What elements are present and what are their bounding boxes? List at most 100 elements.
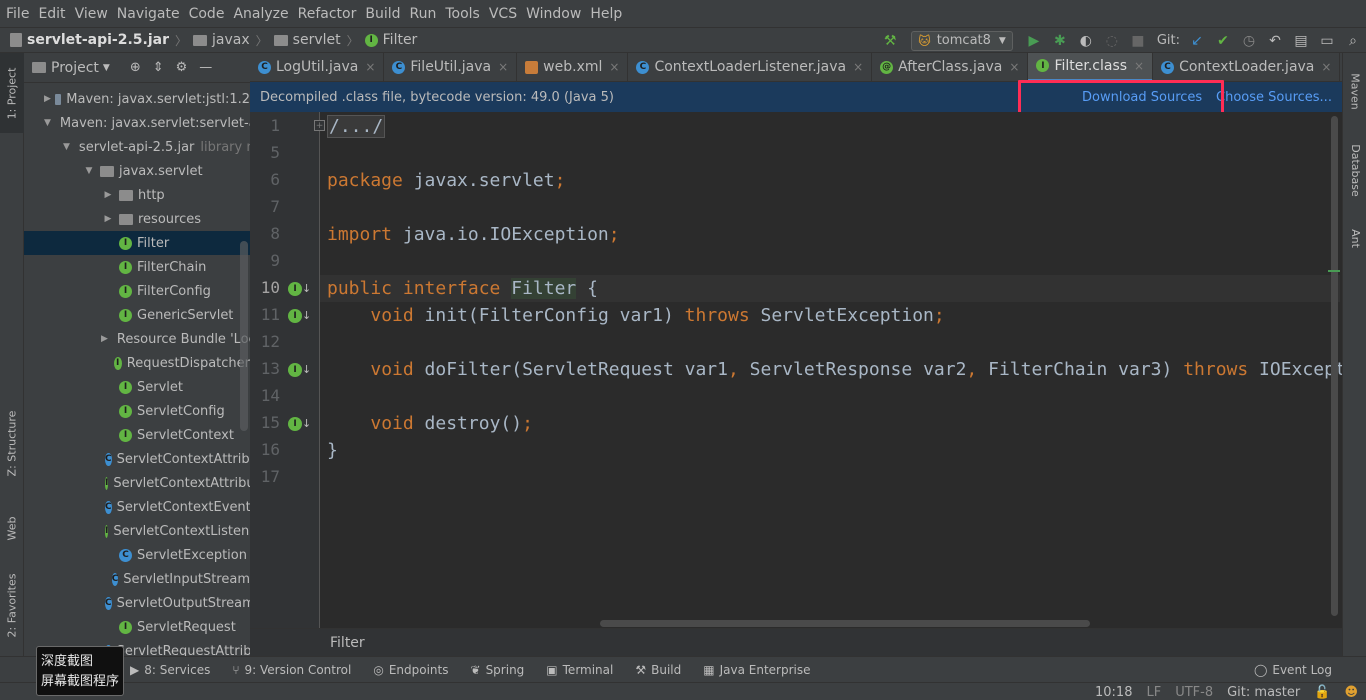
collapsed-arrow-icon[interactable]: ▶ (101, 190, 115, 200)
code-line[interactable]: void destroy(); (327, 410, 533, 437)
undo-icon[interactable]: ↶ (1267, 33, 1283, 49)
bottom-tab[interactable]: ◎ Endpoints (373, 663, 448, 677)
git-update-icon[interactable]: ↙ (1189, 33, 1205, 49)
tree-row[interactable]: ▶ http (24, 183, 250, 207)
coverage-icon[interactable]: ◐ (1078, 33, 1094, 49)
cursor-position[interactable]: 10:18 (1095, 685, 1132, 700)
chevron-down-icon[interactable]: ▼ (103, 63, 110, 73)
arrow-down-icon[interactable]: ↓ (302, 309, 311, 322)
tool-tab-ant[interactable]: Ant (1343, 218, 1366, 258)
project-scrollbar[interactable] (240, 241, 248, 431)
tree-row[interactable]: C ServletOutputStream (24, 591, 250, 615)
locate-icon[interactable]: ⊕ (130, 60, 141, 75)
tree-row[interactable]: ▶ Maven: javax.servlet:jstl:1.2 (24, 87, 250, 111)
choose-sources-link[interactable]: Choose Sources... (1216, 90, 1332, 105)
tree-row[interactable]: I Filter (24, 231, 250, 255)
menu-code[interactable]: Code (189, 6, 225, 22)
tree-row[interactable]: I RequestDispatcher (24, 351, 250, 375)
tool-tab-database[interactable]: Database (1343, 133, 1366, 208)
bottom-tab[interactable]: ▦ Java Enterprise (703, 663, 810, 677)
editor-breadcrumb-filter[interactable]: Filter (330, 635, 365, 651)
editor-tab[interactable]: I Filter.class × (1028, 53, 1154, 81)
tree-row[interactable]: ▼ servlet-api-2.5.jar library root (24, 135, 250, 159)
bottom-tab[interactable]: ▣ Terminal (546, 663, 613, 677)
hide-icon[interactable]: — (199, 60, 212, 75)
stop-icon[interactable]: ■ (1130, 33, 1146, 49)
menu-refactor[interactable]: Refactor (298, 6, 357, 22)
breadcrumb-filter[interactable]: I Filter (364, 32, 417, 48)
close-icon[interactable]: × (853, 60, 863, 74)
tree-row[interactable]: I ServletContextAttributeListener (24, 471, 250, 495)
tree-row[interactable]: I FilterConfig (24, 279, 250, 303)
menu-view[interactable]: View (75, 6, 108, 22)
tree-row[interactable]: I GenericServlet (24, 303, 250, 327)
project-panel-title[interactable]: Project (51, 60, 99, 76)
collapse-all-icon[interactable]: ⇕ (153, 60, 164, 75)
tool-tab-web[interactable]: Web (0, 503, 24, 553)
menu-tools[interactable]: Tools (445, 6, 480, 22)
line-separator[interactable]: LF (1146, 685, 1161, 700)
debug-icon[interactable]: ✱ (1052, 33, 1068, 49)
menu-help[interactable]: Help (590, 6, 622, 22)
code-line[interactable]: package javax.servlet; (327, 167, 565, 194)
tool-tab-favorites[interactable]: 2: Favorites (0, 563, 24, 648)
bottom-tab[interactable]: ⑂ 9: Version Control (232, 663, 351, 677)
menu-file[interactable]: File (6, 6, 29, 22)
gear-icon[interactable]: ⚙ (176, 60, 188, 75)
code-line[interactable]: } (327, 437, 338, 464)
editor-vertical-scrollbar[interactable] (1331, 116, 1338, 616)
editor-tab[interactable]: C LogUtil.java × (250, 53, 385, 81)
arrow-down-icon[interactable]: ↓ (302, 417, 311, 430)
tree-row[interactable]: I ServletContextListener (24, 519, 250, 543)
run-icon[interactable]: ▶ (1026, 33, 1042, 49)
code-line[interactable]: import java.io.IOException; (327, 221, 620, 248)
arrow-down-icon[interactable]: ↓ (302, 363, 311, 376)
project-structure-icon[interactable]: ▤ (1293, 33, 1309, 49)
editor-tab[interactable]: C ContextLoaderListener.java × (628, 53, 873, 81)
collapsed-arrow-icon[interactable]: ▶ (101, 334, 108, 344)
search-icon[interactable]: ⌕ (1345, 33, 1361, 49)
breadcrumb-servlet[interactable]: servlet (273, 32, 341, 48)
close-icon[interactable]: × (1009, 60, 1019, 74)
profile-icon[interactable]: ◌ (1104, 33, 1120, 49)
git-history-icon[interactable]: ◷ (1241, 33, 1257, 49)
breadcrumb-javax[interactable]: javax (193, 32, 250, 48)
implemented-interface-icon[interactable]: I (288, 363, 302, 377)
fold-icon[interactable]: + (314, 120, 325, 131)
menu-window[interactable]: Window (526, 6, 581, 22)
tool-tab-maven[interactable]: Maven (1343, 61, 1366, 121)
git-commit-icon[interactable]: ✔ (1215, 33, 1231, 49)
tool-tab-project[interactable]: 1: Project (0, 53, 24, 133)
tree-row[interactable]: I Servlet (24, 375, 250, 399)
editor-tab[interactable]: C FileUtil.java × (384, 53, 518, 81)
presentation-icon[interactable]: ▭ (1319, 33, 1335, 49)
build-hammer-icon[interactable]: ⚒ (882, 33, 898, 49)
menu-navigate[interactable]: Navigate (117, 6, 180, 22)
git-branch[interactable]: Git: master (1227, 685, 1300, 700)
editor-tab[interactable]: @ AfterClass.java × (872, 53, 1029, 81)
notifications-icon[interactable]: ☻ (1344, 685, 1358, 700)
arrow-down-icon[interactable]: ↓ (302, 282, 311, 295)
close-icon[interactable]: × (1321, 60, 1331, 74)
expanded-arrow-icon[interactable]: ▼ (82, 166, 96, 176)
close-icon[interactable]: × (609, 60, 619, 74)
tree-row[interactable]: ▶ Resource Bundle 'LocalStrings' (24, 327, 250, 351)
bottom-tab[interactable]: ⚒ Build (635, 663, 681, 677)
close-icon[interactable]: × (365, 60, 375, 74)
lock-icon[interactable]: 🔓 (1314, 685, 1330, 700)
tree-row[interactable]: C ServletInputStream (24, 567, 250, 591)
expanded-arrow-icon[interactable]: ▼ (44, 118, 51, 128)
tree-row[interactable]: C ServletContextAttributeEvent (24, 447, 250, 471)
tree-row[interactable]: I ServletContext (24, 423, 250, 447)
tree-row[interactable]: I ServletRequest (24, 615, 250, 639)
file-encoding[interactable]: UTF-8 (1175, 685, 1213, 700)
run-config-select[interactable]: 🐱 tomcat8 ▼ (911, 30, 1013, 51)
code-line[interactable]: void doFilter(ServletRequest var1, Servl… (327, 356, 1342, 383)
menu-edit[interactable]: Edit (38, 6, 65, 22)
code-line[interactable]: void init(FilterConfig var1) throws Serv… (327, 302, 944, 329)
expanded-arrow-icon[interactable]: ▼ (63, 142, 70, 152)
tree-row[interactable]: I FilterChain (24, 255, 250, 279)
event-log-button[interactable]: ◯ Event Log (1254, 663, 1332, 677)
code-line[interactable]: public interface Filter { (320, 275, 1340, 302)
implemented-interface-icon[interactable]: I (288, 309, 302, 323)
